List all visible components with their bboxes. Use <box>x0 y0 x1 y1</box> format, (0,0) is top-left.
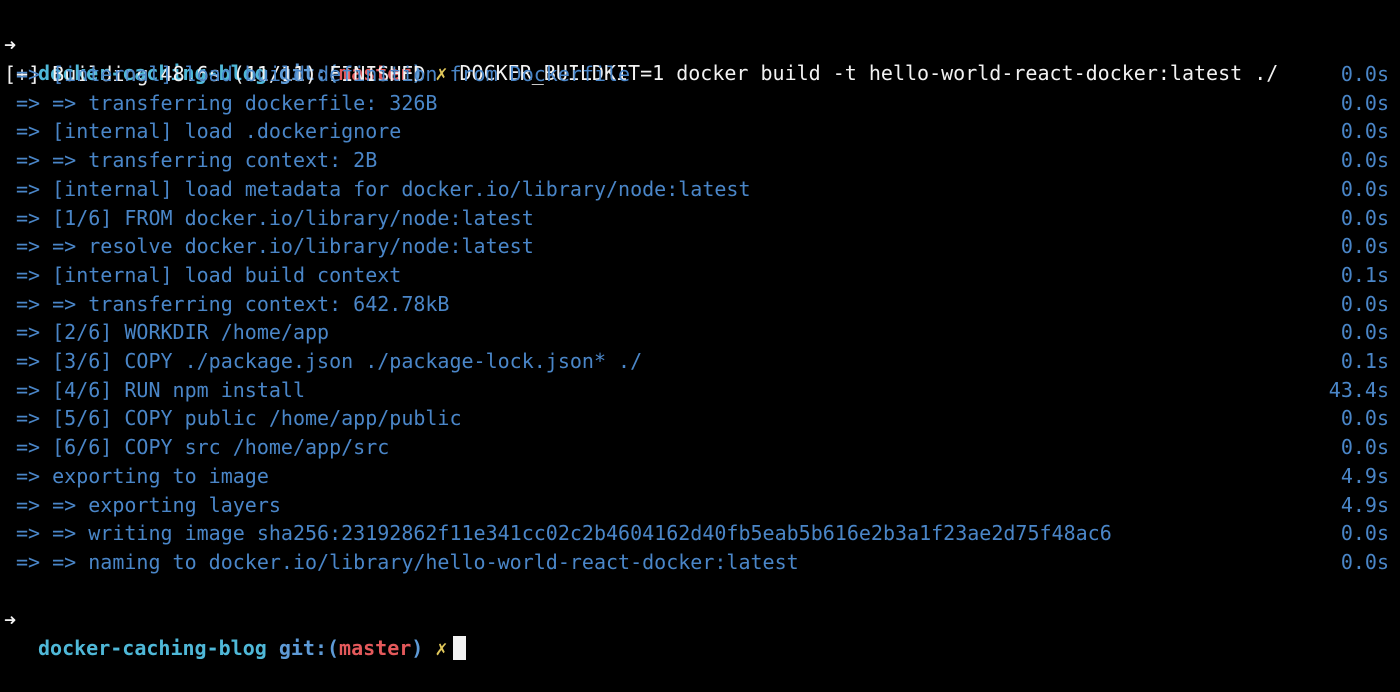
build-step-time: 0.0s <box>1340 205 1389 230</box>
build-step-line: => [5/6] COPY public /home/app/public 0.0… <box>0 404 1400 433</box>
prompt-arrow-icon: ➜ <box>4 607 17 632</box>
build-step-time: 0.0s <box>1340 549 1389 574</box>
build-step-time: 0.0s <box>1340 90 1389 115</box>
build-step-text: => => writing image sha256:23192862f11e3… <box>16 521 1112 546</box>
prompt-git-suffix: ) <box>411 636 424 661</box>
build-step-line: => [3/6] COPY ./package.json ./package-l… <box>0 347 1400 376</box>
build-step-text: => => resolve docker.io/library/node:lat… <box>16 234 534 259</box>
build-step-text: => => transferring context: 2B <box>16 148 378 173</box>
build-step-time: 0.1s <box>1340 262 1389 287</box>
build-step-time: 0.0s <box>1340 148 1389 173</box>
build-header-line: [+] Building 48.6s (11/11) FINISHED <box>0 31 1400 86</box>
build-step-time: 4.9s <box>1340 492 1389 517</box>
build-step-line: => => transferring dockerfile: 326B 0.0s <box>0 89 1400 118</box>
prompt-line-command: ➜ docker-caching-blog git:(master) ✗ DOC… <box>0 2 1400 86</box>
build-step-time: 43.4s <box>1328 377 1389 402</box>
cursor-block[interactable] <box>453 636 467 661</box>
build-step-line: => [internal] load .dockerignore 0.0s <box>0 117 1400 146</box>
build-step-text: => => exporting layers <box>16 492 281 517</box>
prompt-directory: docker-caching-blog <box>38 636 267 661</box>
build-step-time: 0.0s <box>1340 521 1389 546</box>
dirty-marker-icon: ✗ <box>435 636 448 661</box>
build-step-line: => => resolve docker.io/library/node:lat… <box>0 232 1400 261</box>
build-step-line: => [6/6] COPY src /home/app/src 0.0s <box>0 433 1400 462</box>
prompt-line-current[interactable]: ➜ docker-caching-blog git:(master) ✗ <box>0 577 1400 661</box>
build-step-time: 0.0s <box>1340 119 1389 144</box>
build-step-text: => [2/6] WORKDIR /home/app <box>16 320 330 345</box>
build-step-line: => [2/6] WORKDIR /home/app 0.0s <box>0 318 1400 347</box>
build-step-line: => => transferring context: 642.78kB 0.0s <box>0 290 1400 319</box>
build-step-text: => exporting to image <box>16 463 269 488</box>
build-step-line: => => writing image sha256:23192862f11e3… <box>0 519 1400 548</box>
build-step-text: => => transferring dockerfile: 326B <box>16 90 438 115</box>
build-step-text: => [3/6] COPY ./package.json ./package-l… <box>16 349 643 373</box>
build-step-text: => [4/6] RUN npm install <box>16 377 305 402</box>
build-step-text: => [internal] load build definition from… <box>16 62 631 86</box>
build-step-line: => exporting to image 4.9s <box>0 462 1400 491</box>
terminal-window[interactable]: ➜ docker-caching-blog git:(master) ✗ DOC… <box>0 0 1400 661</box>
build-step-time: 0.0s <box>1340 406 1389 431</box>
build-step-time: 0.0s <box>1340 62 1389 86</box>
build-step-line: => => naming to docker.io/library/hello-… <box>0 548 1400 577</box>
build-step-time: 0.0s <box>1340 176 1389 201</box>
build-step-time: 0.0s <box>1340 435 1389 460</box>
build-step-line: => => exporting layers 4.9s <box>0 491 1400 520</box>
prompt-branch: master <box>339 636 412 661</box>
build-step-line: => [internal] load build definition from… <box>0 60 1400 89</box>
prompt-git-prefix: git:( <box>278 636 340 661</box>
build-step-time: 0.0s <box>1340 291 1389 316</box>
build-step-line: => [internal] load build context 0.1s <box>0 261 1400 290</box>
build-step-text: => => transferring context: 642.78kB <box>16 291 450 316</box>
build-step-text: => [internal] load metadata for docker.i… <box>16 176 751 201</box>
build-step-text: => [6/6] COPY src /home/app/src <box>16 435 390 460</box>
build-step-line: => [1/6] FROM docker.io/library/node:lat… <box>0 204 1400 233</box>
build-step-line: => [4/6] RUN npm install 43.4s <box>0 376 1400 405</box>
build-step-text: => [5/6] COPY public /home/app/public <box>16 406 462 431</box>
build-step-text: => => naming to docker.io/library/hello-… <box>16 549 799 574</box>
build-step-line: => [internal] load metadata for docker.i… <box>0 175 1400 204</box>
build-step-text: => [internal] load build context <box>16 262 402 287</box>
build-step-time: 0.1s <box>1340 349 1389 373</box>
build-step-text: => [1/6] FROM docker.io/library/node:lat… <box>16 205 534 230</box>
build-step-time: 0.0s <box>1340 320 1389 345</box>
build-step-time: 4.9s <box>1340 463 1389 488</box>
build-step-line: => => transferring context: 2B 0.0s <box>0 146 1400 175</box>
build-step-time: 0.0s <box>1340 234 1389 259</box>
build-step-text: => [internal] load .dockerignore <box>16 119 402 144</box>
